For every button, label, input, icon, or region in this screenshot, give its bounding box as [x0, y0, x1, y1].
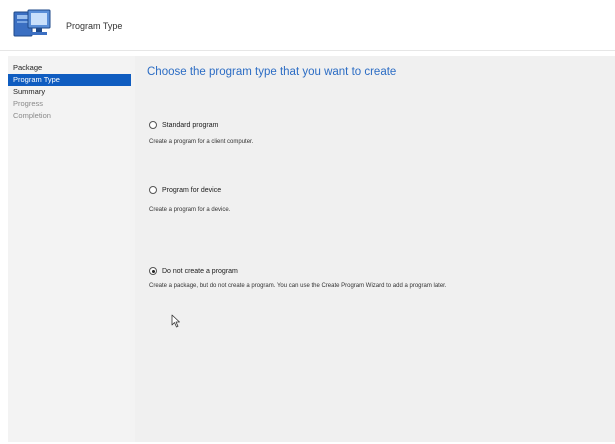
program-for-device-radio[interactable]: Program for device: [149, 186, 221, 194]
sidebar-item-package[interactable]: Package: [8, 62, 131, 74]
do-not-create-program-radio-button[interactable]: [149, 267, 157, 275]
sidebar-item-completion[interactable]: Completion: [8, 110, 131, 122]
page-title: Program Type: [66, 21, 123, 31]
do-not-create-program-label: Do not create a program: [162, 267, 238, 275]
wizard-header: Program Type: [0, 0, 615, 51]
standard-program-description: Create a program for a client computer.: [149, 139, 254, 145]
content-heading: Choose the program type that you want to…: [147, 66, 397, 78]
mouse-pointer-icon: [171, 314, 180, 328]
computer-package-icon: [13, 9, 51, 37]
program-for-device-label: Program for device: [162, 186, 222, 194]
standard-program-radio[interactable]: Standard program: [149, 121, 218, 129]
standard-program-radio-button[interactable]: [149, 121, 157, 129]
do-not-create-program-radio[interactable]: Do not create a program: [149, 267, 238, 275]
standard-program-label: Standard program: [162, 121, 219, 129]
sidebar-item-program-type[interactable]: Program Type: [8, 74, 131, 86]
sidebar-item-progress[interactable]: Progress: [8, 98, 131, 110]
wizard-content: Choose the program type that you want to…: [135, 56, 615, 442]
wizard-step-list: Package Program Type Summary Progress Co…: [8, 56, 135, 442]
program-for-device-radio-button[interactable]: [149, 186, 157, 194]
program-for-device-description: Create a program for a device.: [149, 207, 231, 213]
sidebar-item-summary[interactable]: Summary: [8, 86, 131, 98]
do-not-create-program-description: Create a package, but do not create a pr…: [149, 283, 447, 289]
